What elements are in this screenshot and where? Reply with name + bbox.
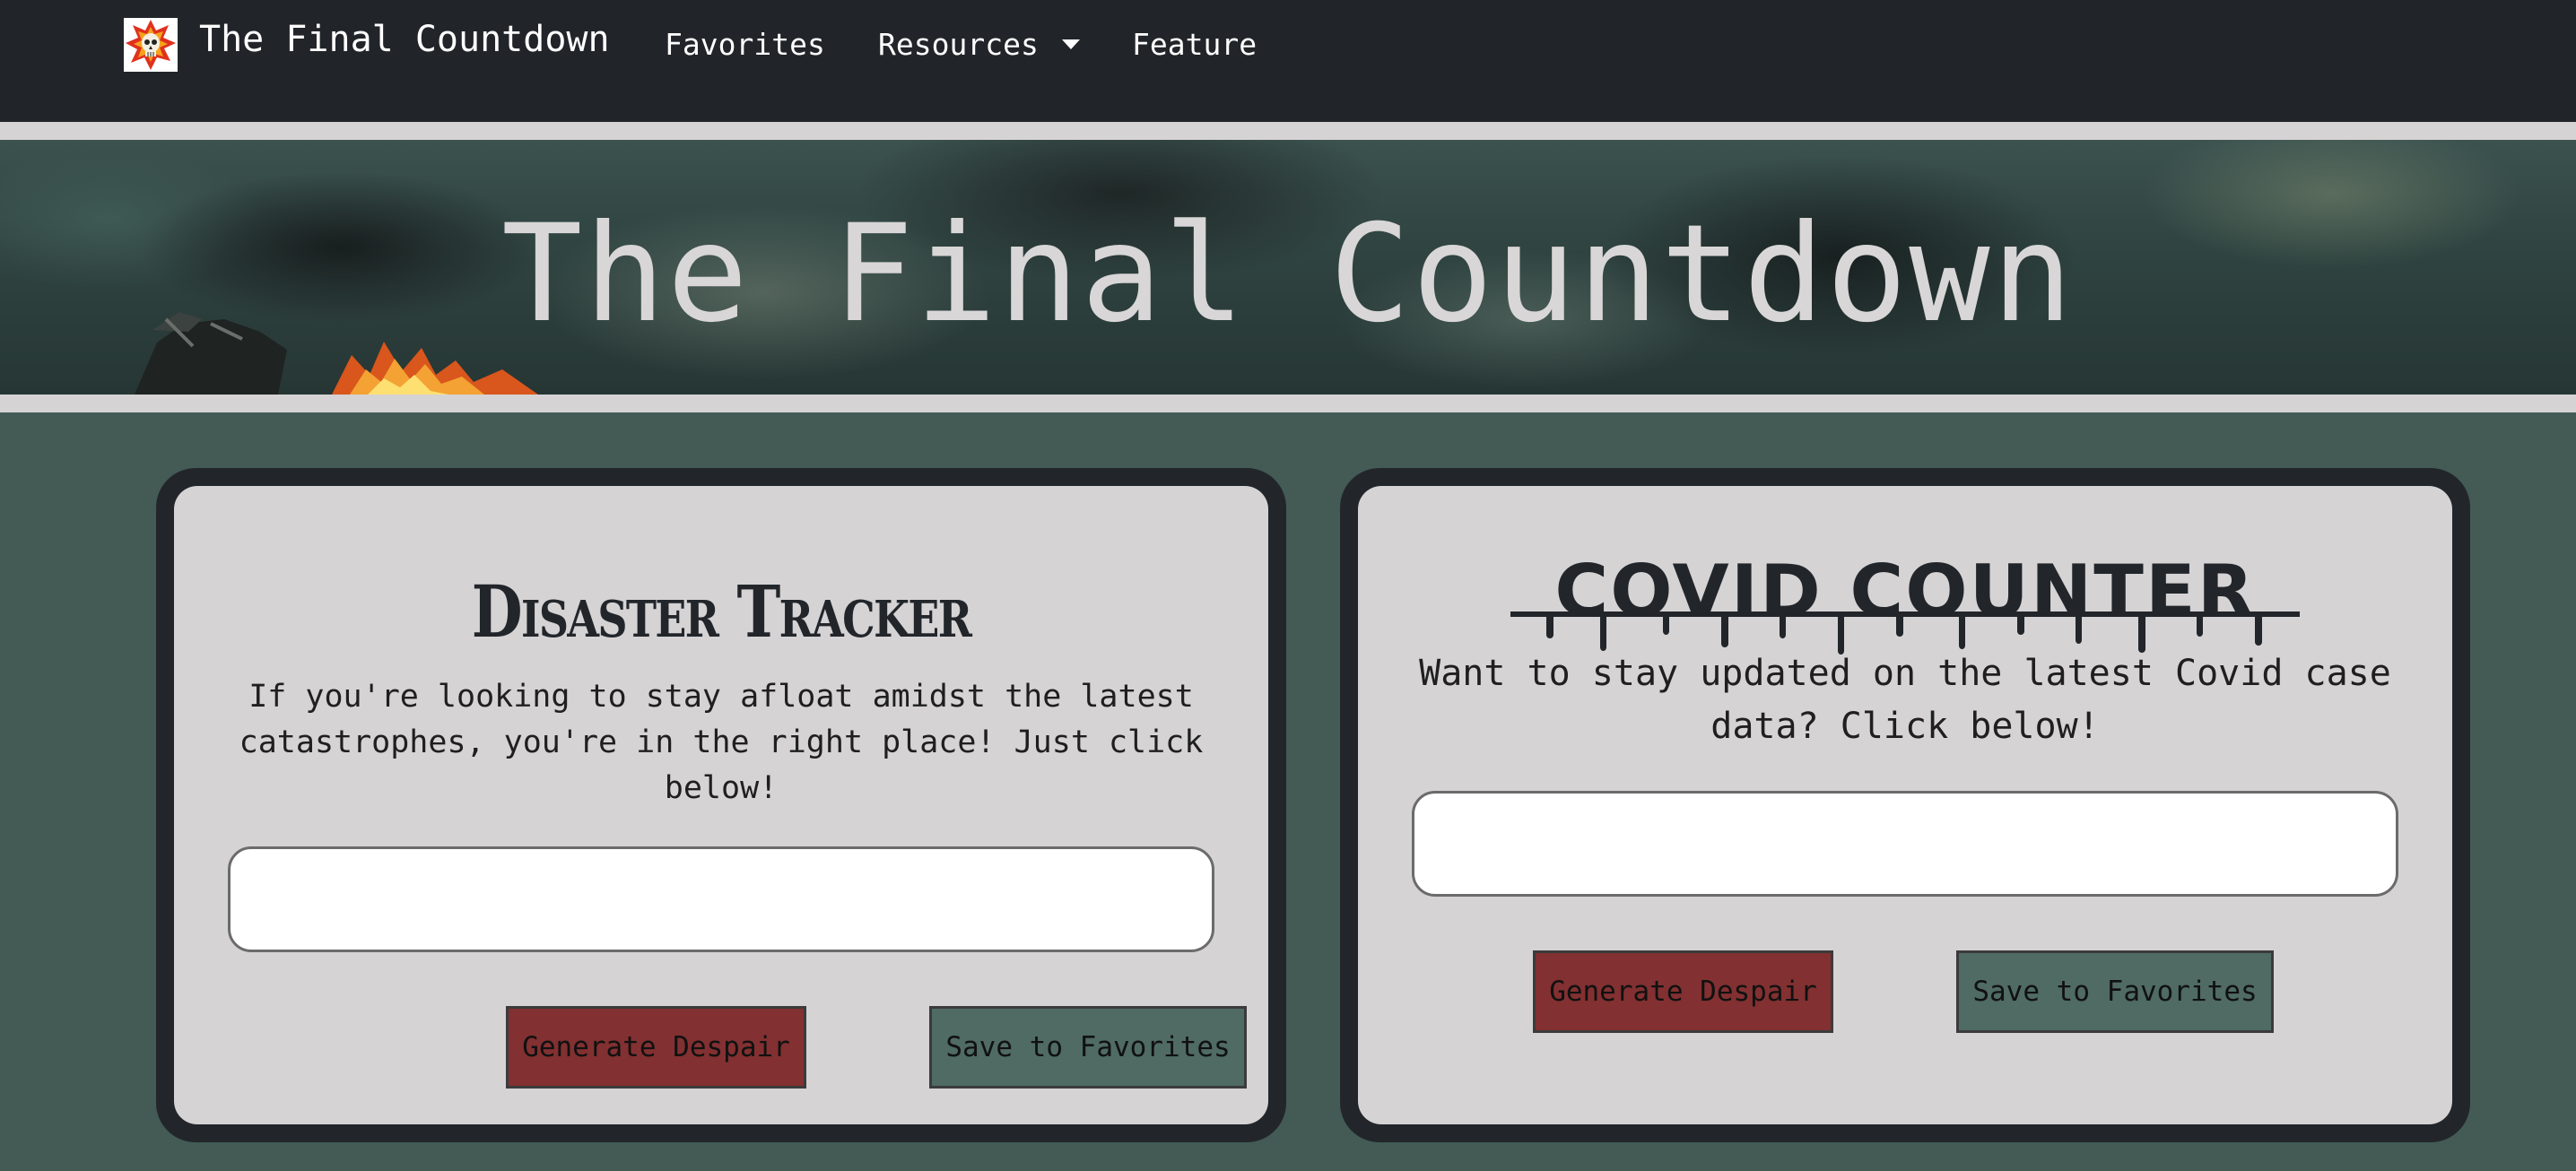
- disaster-tracker-card-body: Disaster Tracker If you're looking to st…: [174, 486, 1268, 1124]
- covid-counter-description: Want to stay updated on the latest Covid…: [1419, 653, 2391, 747]
- disaster-output-field[interactable]: [228, 846, 1214, 952]
- banner-top-border: [0, 122, 2576, 140]
- disaster-tracker-description: If you're looking to stay afloat amidst …: [239, 679, 1204, 806]
- covid-counter-card-body: COVID COUNTER Want to stay updated on th…: [1358, 486, 2452, 1124]
- covid-output-field[interactable]: [1412, 791, 2398, 897]
- nav-link-feature[interactable]: Feature: [1132, 20, 1257, 70]
- covid-counter-card: COVID COUNTER Want to stay updated on th…: [1340, 468, 2470, 1142]
- skull-explosion-icon[interactable]: [124, 18, 178, 72]
- disaster-tracker-title: Disaster Tracker: [471, 569, 972, 654]
- hero-banner: The Final Countdown: [0, 140, 2576, 395]
- nav-resources-label: Resources: [878, 27, 1039, 62]
- nav-link-favorites[interactable]: Favorites: [665, 20, 825, 70]
- hero-title: The Final Countdown: [501, 196, 2075, 352]
- chevron-down-icon: [1061, 39, 1080, 49]
- disaster-generate-despair-button[interactable]: Generate Despair: [506, 1006, 806, 1089]
- navbar-brand[interactable]: The Final Countdown: [199, 14, 610, 65]
- top-navbar: The Final Countdown Favorites Resources …: [0, 0, 2576, 122]
- nav-dropdown-resources[interactable]: Resources: [878, 20, 1080, 70]
- covid-generate-despair-button[interactable]: Generate Despair: [1533, 950, 1833, 1033]
- disaster-tracker-card: Disaster Tracker If you're looking to st…: [156, 468, 1286, 1142]
- disaster-save-to-favorites-button[interactable]: Save to Favorites: [929, 1006, 1247, 1089]
- covid-save-to-favorites-button[interactable]: Save to Favorites: [1956, 950, 2274, 1033]
- banner-bottom-border: [0, 395, 2576, 412]
